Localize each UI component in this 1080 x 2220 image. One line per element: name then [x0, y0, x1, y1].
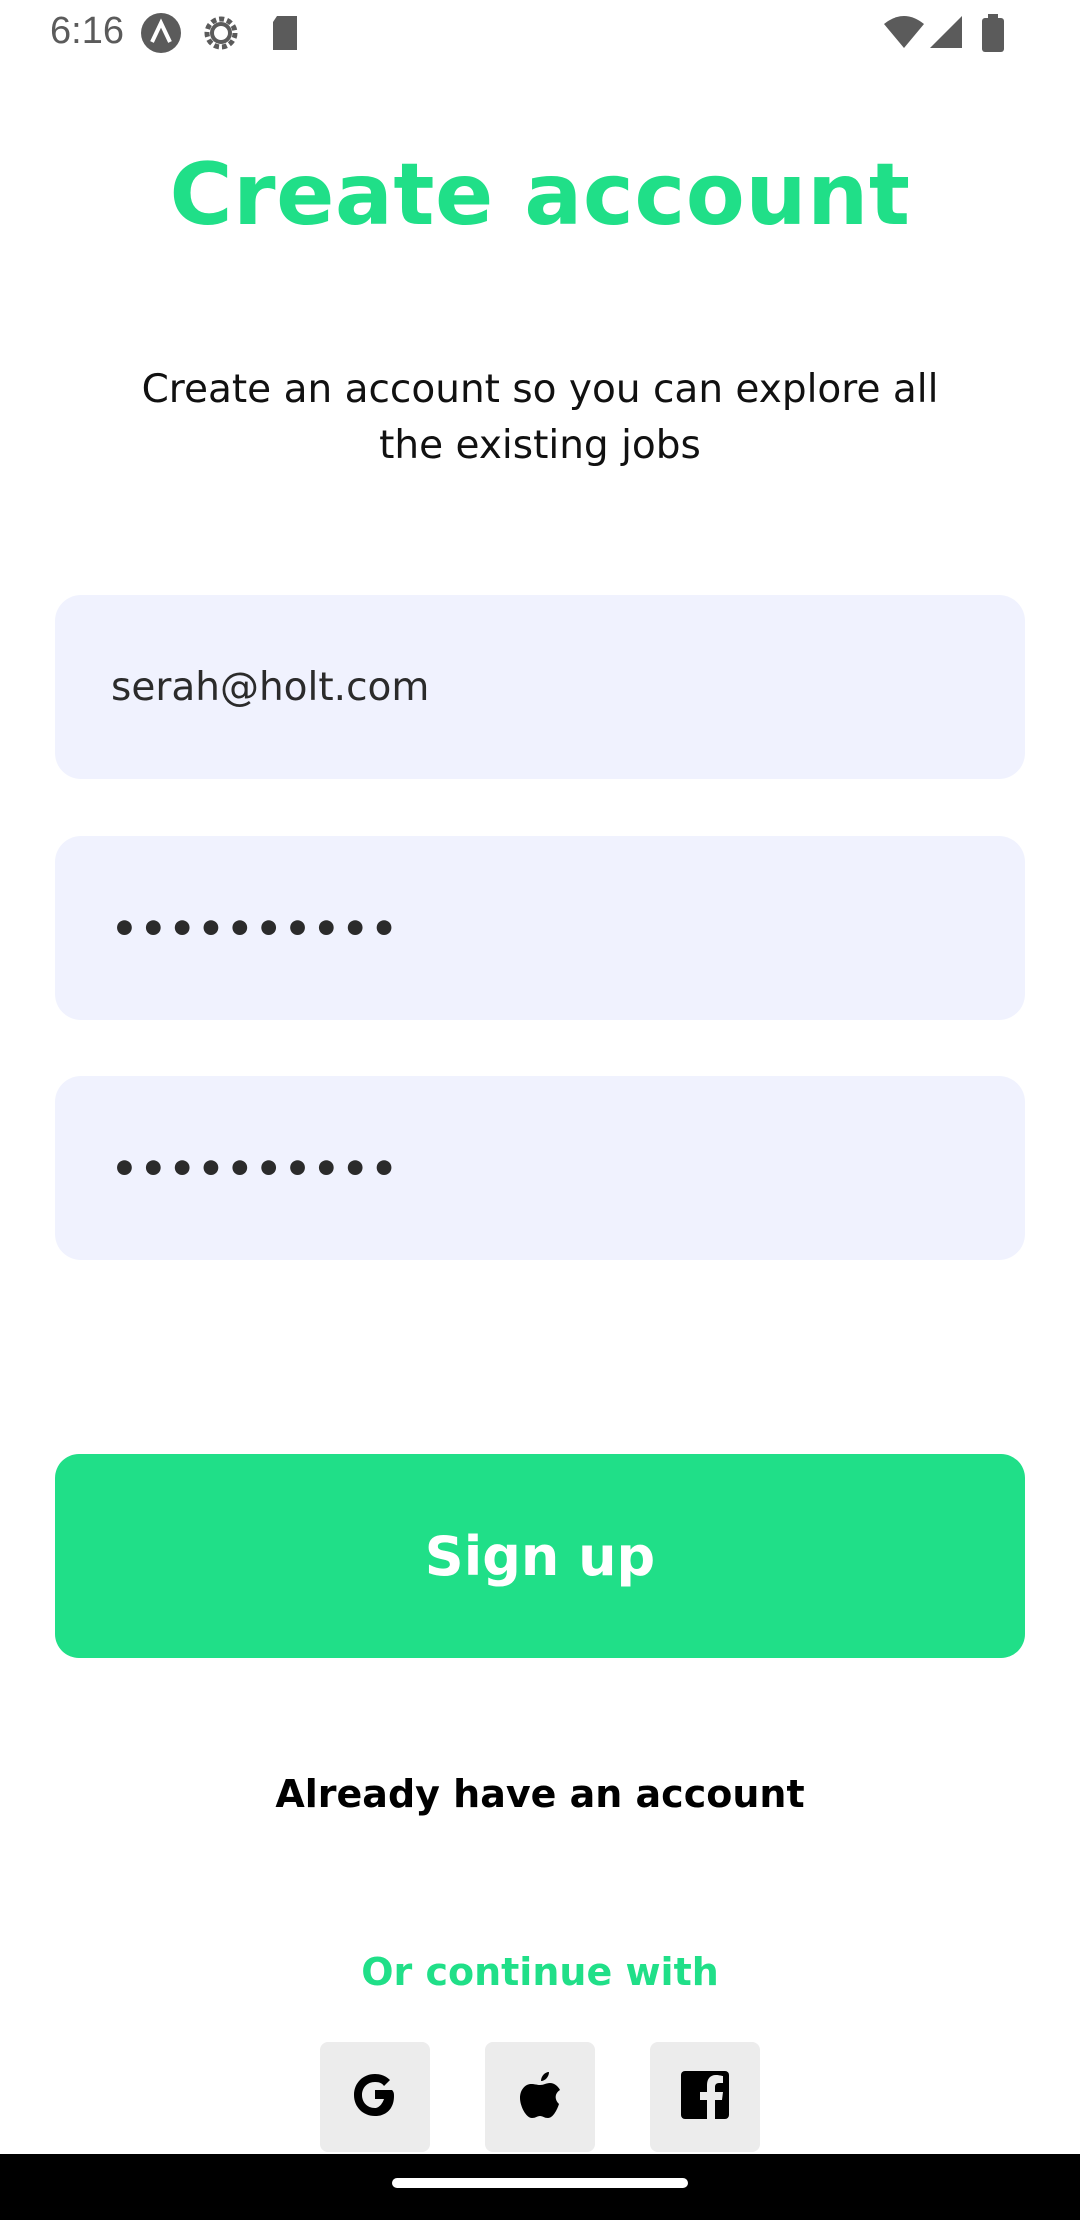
email-input[interactable]	[111, 664, 991, 710]
password-input[interactable]	[111, 903, 991, 953]
facebook-signin-button[interactable]	[650, 2042, 760, 2152]
wifi-icon	[882, 14, 926, 54]
home-gesture-handle[interactable]	[392, 2178, 688, 2188]
password-field-container[interactable]	[55, 836, 1025, 1020]
a-circle-icon	[140, 12, 182, 54]
already-have-account-link[interactable]: Already have an account	[0, 1772, 1080, 1816]
page-subtitle: Create an account so you can explore all…	[141, 367, 939, 468]
apple-icon	[515, 2068, 565, 2126]
page-title: Create account	[169, 145, 911, 245]
signal-icon	[928, 14, 964, 54]
battery-icon	[980, 14, 1006, 56]
signup-button[interactable]: Sign up	[55, 1454, 1025, 1658]
settings-gear-icon	[200, 12, 242, 54]
email-field-container[interactable]	[55, 595, 1025, 779]
status-time: 6:16	[50, 10, 124, 52]
facebook-icon	[679, 2069, 731, 2125]
google-icon	[348, 2068, 402, 2126]
or-continue-with-label: Or continue with	[361, 1950, 719, 1994]
confirm-password-input[interactable]	[111, 1143, 991, 1193]
apple-signin-button[interactable]	[485, 2042, 595, 2152]
status-bar: 6:16	[0, 0, 1080, 66]
sd-card-icon	[265, 12, 307, 54]
confirm-password-field-container[interactable]	[55, 1076, 1025, 1260]
google-signin-button[interactable]	[320, 2042, 430, 2152]
